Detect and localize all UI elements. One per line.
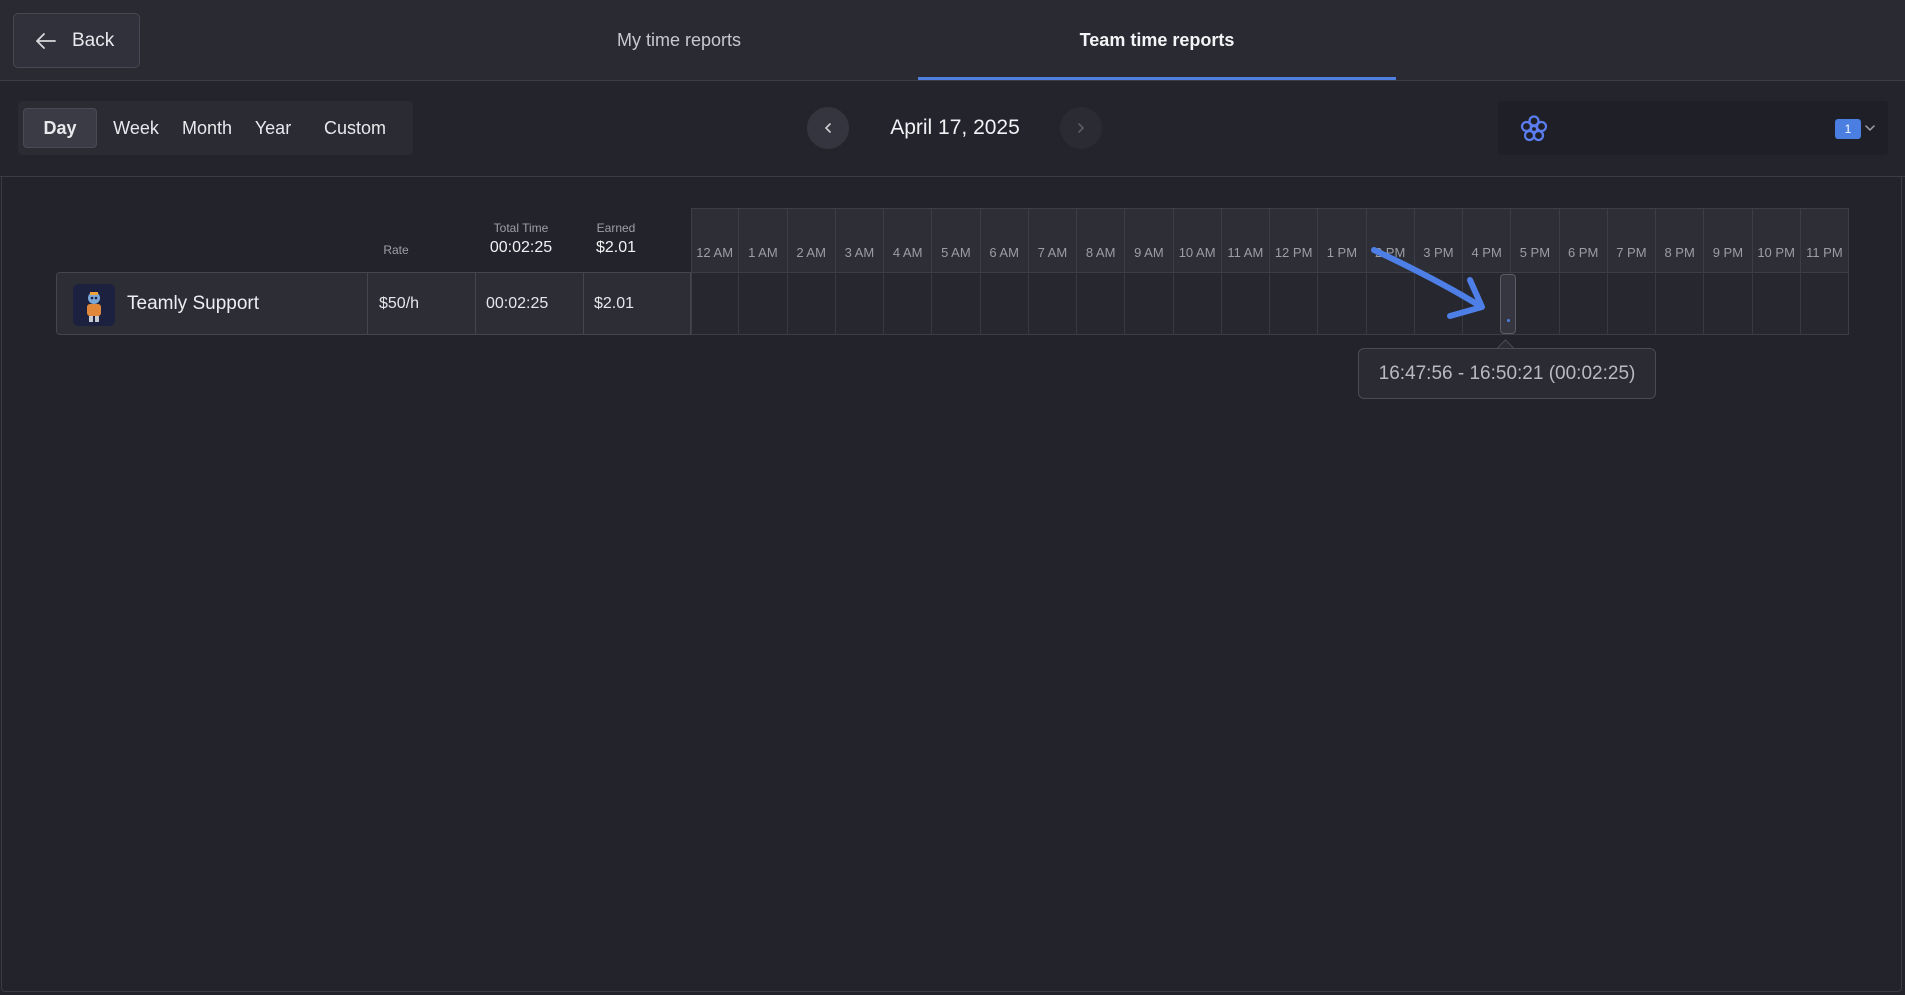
hour-cell: [980, 272, 1029, 335]
hour-cell: [1704, 272, 1753, 335]
day-timeline: 12 AM 1 AM 2 AM 3 AM 4 AM 5 AM 6 AM 7 AM 8 AM 9 A…: [691, 208, 1849, 335]
member-name: Teamly Support: [127, 292, 260, 314]
range-month-button[interactable]: Month: [174, 108, 240, 148]
hour-column-header: 12 PM: [1270, 208, 1319, 272]
total-time-cell: 00:02:25: [486, 294, 549, 312]
earned-column-header: Earned $2.01: [580, 221, 652, 257]
total-time-header-value: 00:02:25: [489, 239, 553, 256]
hour-column-header: 3 AM: [835, 208, 884, 272]
range-label: Year: [254, 117, 292, 138]
previous-date-button[interactable]: [807, 107, 849, 149]
rate-column-header: Rate: [366, 243, 426, 257]
range-custom-button[interactable]: Custom: [308, 108, 402, 148]
hour-cell: [787, 272, 836, 335]
avatar: [73, 284, 115, 326]
hour-column-header: 6 AM: [980, 208, 1029, 272]
hour-cell: [1800, 272, 1849, 335]
time-entry-tooltip: 16:47:56 - 16:50:21 (00:02:25): [1358, 348, 1656, 399]
hour-column-header: 2 AM: [787, 208, 836, 272]
earned-cell: $2.01: [594, 294, 635, 312]
next-date-button[interactable]: [1060, 107, 1102, 149]
back-label: Back: [72, 29, 115, 51]
hour-column-header: 10 PM: [1752, 208, 1801, 272]
hour-column-header: 8 AM: [1077, 208, 1126, 272]
hour-cell: [1077, 272, 1126, 335]
cell-divider: [367, 273, 368, 334]
hour-column-header: 12 AM: [691, 208, 740, 272]
range-day-button[interactable]: Day: [23, 108, 97, 148]
range-selector: Day Week Month Year Custom: [18, 101, 413, 155]
tab-label: My time reports: [616, 29, 742, 50]
rate-header-label: Rate: [383, 243, 409, 257]
flower-logo-icon: [1520, 115, 1548, 142]
hour-cell: [1173, 272, 1222, 335]
earned-header-value: $2.01: [595, 239, 637, 256]
entry-dot: [1507, 319, 1510, 322]
hour-column-header: 7 PM: [1607, 208, 1656, 272]
hour-cell: [835, 272, 884, 335]
earned-header-label: Earned: [596, 221, 636, 235]
tab-my-time-reports[interactable]: My time reports: [440, 0, 918, 80]
range-week-button[interactable]: Week: [106, 108, 166, 148]
hour-cell: [1125, 272, 1174, 335]
hour-cell: [1511, 272, 1560, 335]
chevron-left-icon: [824, 123, 831, 133]
cell-divider: [583, 273, 584, 334]
range-label: Week: [113, 117, 159, 138]
tab-label: Team time reports: [1079, 29, 1235, 50]
hour-column-header: 6 PM: [1559, 208, 1608, 272]
hour-cell: [1028, 272, 1077, 335]
chevron-down-icon: [1865, 125, 1875, 132]
hour-cell: [1318, 272, 1367, 335]
hour-cell: [1559, 272, 1608, 335]
hour-cell: [1656, 272, 1705, 335]
avatar-robot-icon: [73, 284, 115, 326]
chevron-right-icon: [1078, 123, 1085, 133]
selected-count-badge: 1: [1835, 119, 1861, 139]
cell-divider: [475, 273, 476, 334]
timeline-divider: [691, 272, 1849, 273]
arrow-left-icon: [36, 32, 56, 49]
total-time-header-label: Total Time: [493, 221, 549, 235]
hour-column-header: 1 PM: [1318, 208, 1367, 272]
time-entry-block[interactable]: [1500, 274, 1516, 334]
hour-cell: [691, 272, 740, 335]
hour-column-header: 4 AM: [884, 208, 933, 272]
hour-column-header: 5 PM: [1511, 208, 1560, 272]
team-member-select[interactable]: 1: [1498, 101, 1888, 155]
range-year-button[interactable]: Year: [248, 108, 298, 148]
hour-column-header: 8 PM: [1656, 208, 1705, 272]
hour-cell: [932, 272, 981, 335]
hour-column-header: 1 AM: [739, 208, 788, 272]
hour-cell: [884, 272, 933, 335]
hour-column-header: 5 AM: [932, 208, 981, 272]
hour-column-header: 9 PM: [1704, 208, 1753, 272]
range-label: Month: [181, 117, 233, 138]
tab-team-time-reports[interactable]: Team time reports: [918, 0, 1396, 80]
hour-cell: [739, 272, 788, 335]
rate-cell: $50/h: [379, 294, 420, 312]
back-button[interactable]: Back: [13, 13, 140, 68]
hour-cell: [1607, 272, 1656, 335]
hour-column-header: 11 PM: [1800, 208, 1849, 272]
hour-column-header: 11 AM: [1221, 208, 1270, 272]
toolbar: Day Week Month Year Custom April 17, 202…: [0, 81, 1905, 177]
hour-cell: [1221, 272, 1270, 335]
range-label: Custom: [323, 117, 386, 138]
range-label: Day: [43, 117, 77, 138]
hour-cell: [1270, 272, 1319, 335]
total-time-column-header: Total Time 00:02:25: [474, 221, 568, 257]
active-tab-indicator: [918, 77, 1396, 80]
hour-column-header: 7 AM: [1028, 208, 1077, 272]
hour-cell: [1752, 272, 1801, 335]
hour-column-header: 9 AM: [1125, 208, 1174, 272]
annotation-arrow-icon: [1371, 247, 1485, 319]
current-date: April 17, 2025: [890, 116, 1020, 139]
top-bar: Back My time reports Team time reports: [0, 0, 1905, 81]
table-row[interactable]: Teamly Support $50/h 00:02:25 $2.01: [56, 272, 691, 335]
hour-column-header: 10 AM: [1173, 208, 1222, 272]
